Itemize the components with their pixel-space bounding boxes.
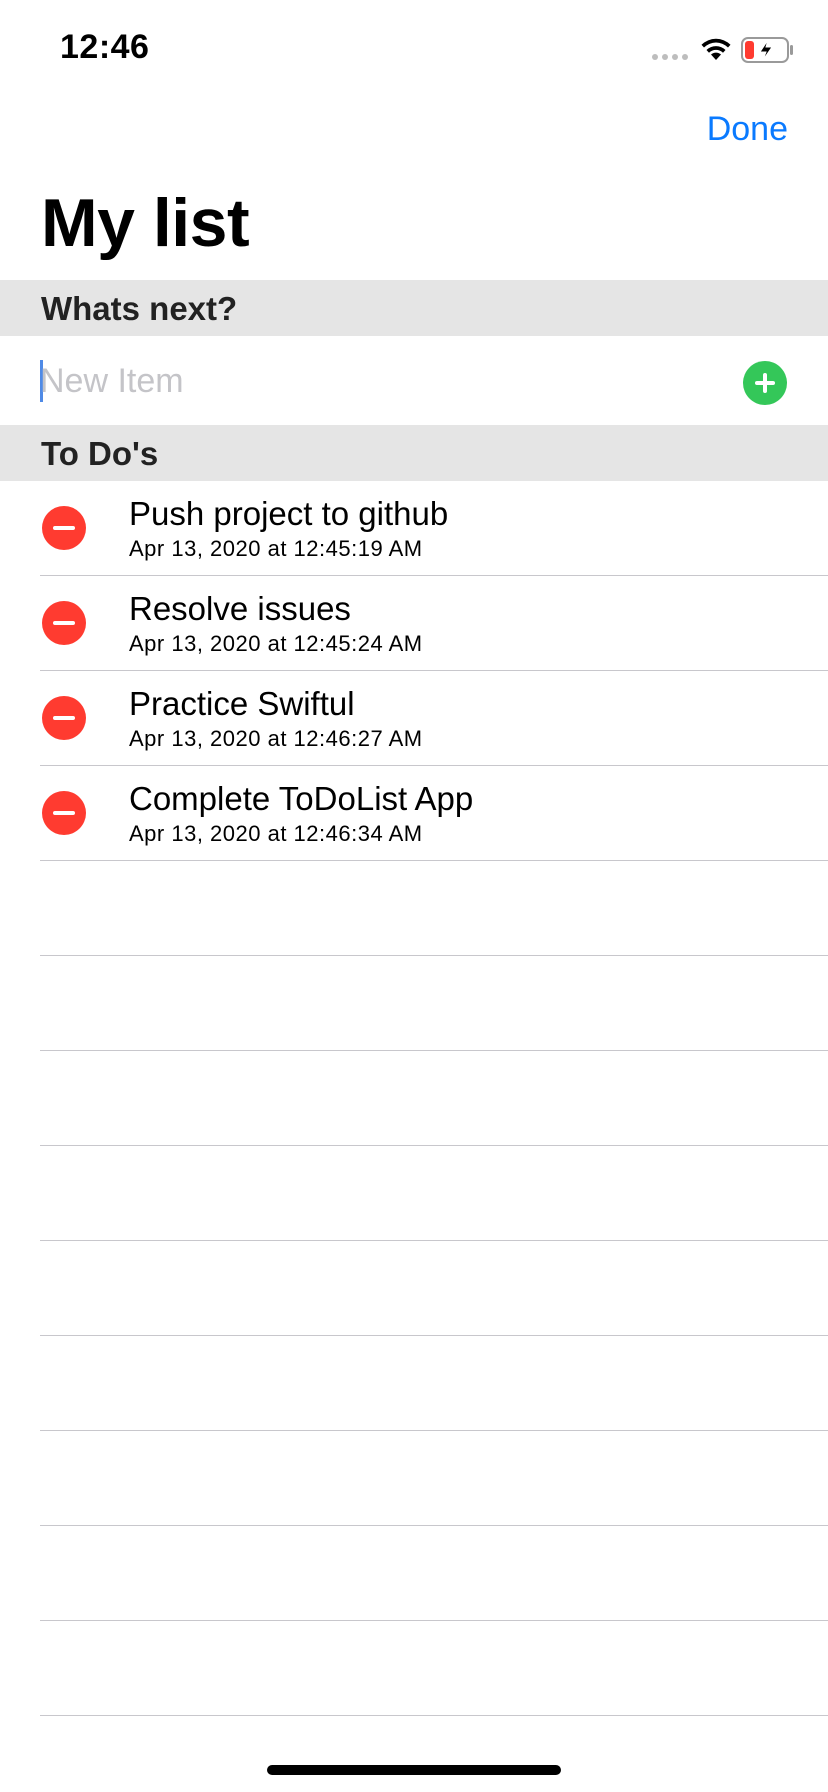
empty-row xyxy=(0,956,828,1051)
section-header-whats-next: Whats next? xyxy=(0,280,828,336)
done-button[interactable]: Done xyxy=(707,110,788,149)
empty-row xyxy=(0,1621,828,1716)
todo-date: Apr 13, 2020 at 12:45:19 AM xyxy=(129,536,423,561)
todo-list: Push project to github Apr 13, 2020 at 1… xyxy=(0,481,828,1716)
battery-charging-icon xyxy=(741,37,793,63)
todo-date: Apr 13, 2020 at 12:46:27 AM xyxy=(129,726,423,751)
minus-circle-icon[interactable] xyxy=(42,506,86,550)
list-item[interactable]: Practice Swiftul Apr 13, 2020 at 12:46:2… xyxy=(0,671,828,766)
todo-date: Apr 13, 2020 at 12:45:24 AM xyxy=(129,631,423,656)
section-header-label: To Do's xyxy=(41,435,159,472)
todo-title: Push project to github xyxy=(129,495,449,532)
wifi-icon xyxy=(701,38,731,60)
new-item-row xyxy=(0,336,828,425)
cellular-signal-icon xyxy=(652,54,688,60)
plus-circle-icon[interactable] xyxy=(743,361,787,405)
new-item-input[interactable] xyxy=(40,354,700,408)
empty-row xyxy=(0,1241,828,1336)
empty-row xyxy=(0,861,828,956)
list-item[interactable]: Complete ToDoList App Apr 13, 2020 at 12… xyxy=(0,766,828,861)
todo-title: Resolve issues xyxy=(129,590,351,627)
empty-row xyxy=(0,1431,828,1526)
todo-title: Complete ToDoList App xyxy=(129,780,474,817)
todo-title: Practice Swiftul xyxy=(129,685,355,722)
minus-circle-icon[interactable] xyxy=(42,696,86,740)
empty-row xyxy=(0,1146,828,1241)
list-item[interactable]: Push project to github Apr 13, 2020 at 1… xyxy=(0,481,828,576)
list-item[interactable]: Resolve issues Apr 13, 2020 at 12:45:24 … xyxy=(0,576,828,671)
minus-circle-icon[interactable] xyxy=(42,601,86,645)
section-header-todos: To Do's xyxy=(0,425,828,481)
status-bar: 12:46 xyxy=(0,0,828,100)
empty-row xyxy=(0,1051,828,1146)
todo-date: Apr 13, 2020 at 12:46:34 AM xyxy=(129,821,423,846)
section-header-label: Whats next? xyxy=(41,290,238,327)
home-indicator[interactable] xyxy=(267,1765,561,1775)
empty-row xyxy=(0,1526,828,1621)
empty-row xyxy=(0,1336,828,1431)
minus-circle-icon[interactable] xyxy=(42,791,86,835)
status-time: 12:46 xyxy=(60,28,150,66)
page-title: My list xyxy=(41,185,250,261)
